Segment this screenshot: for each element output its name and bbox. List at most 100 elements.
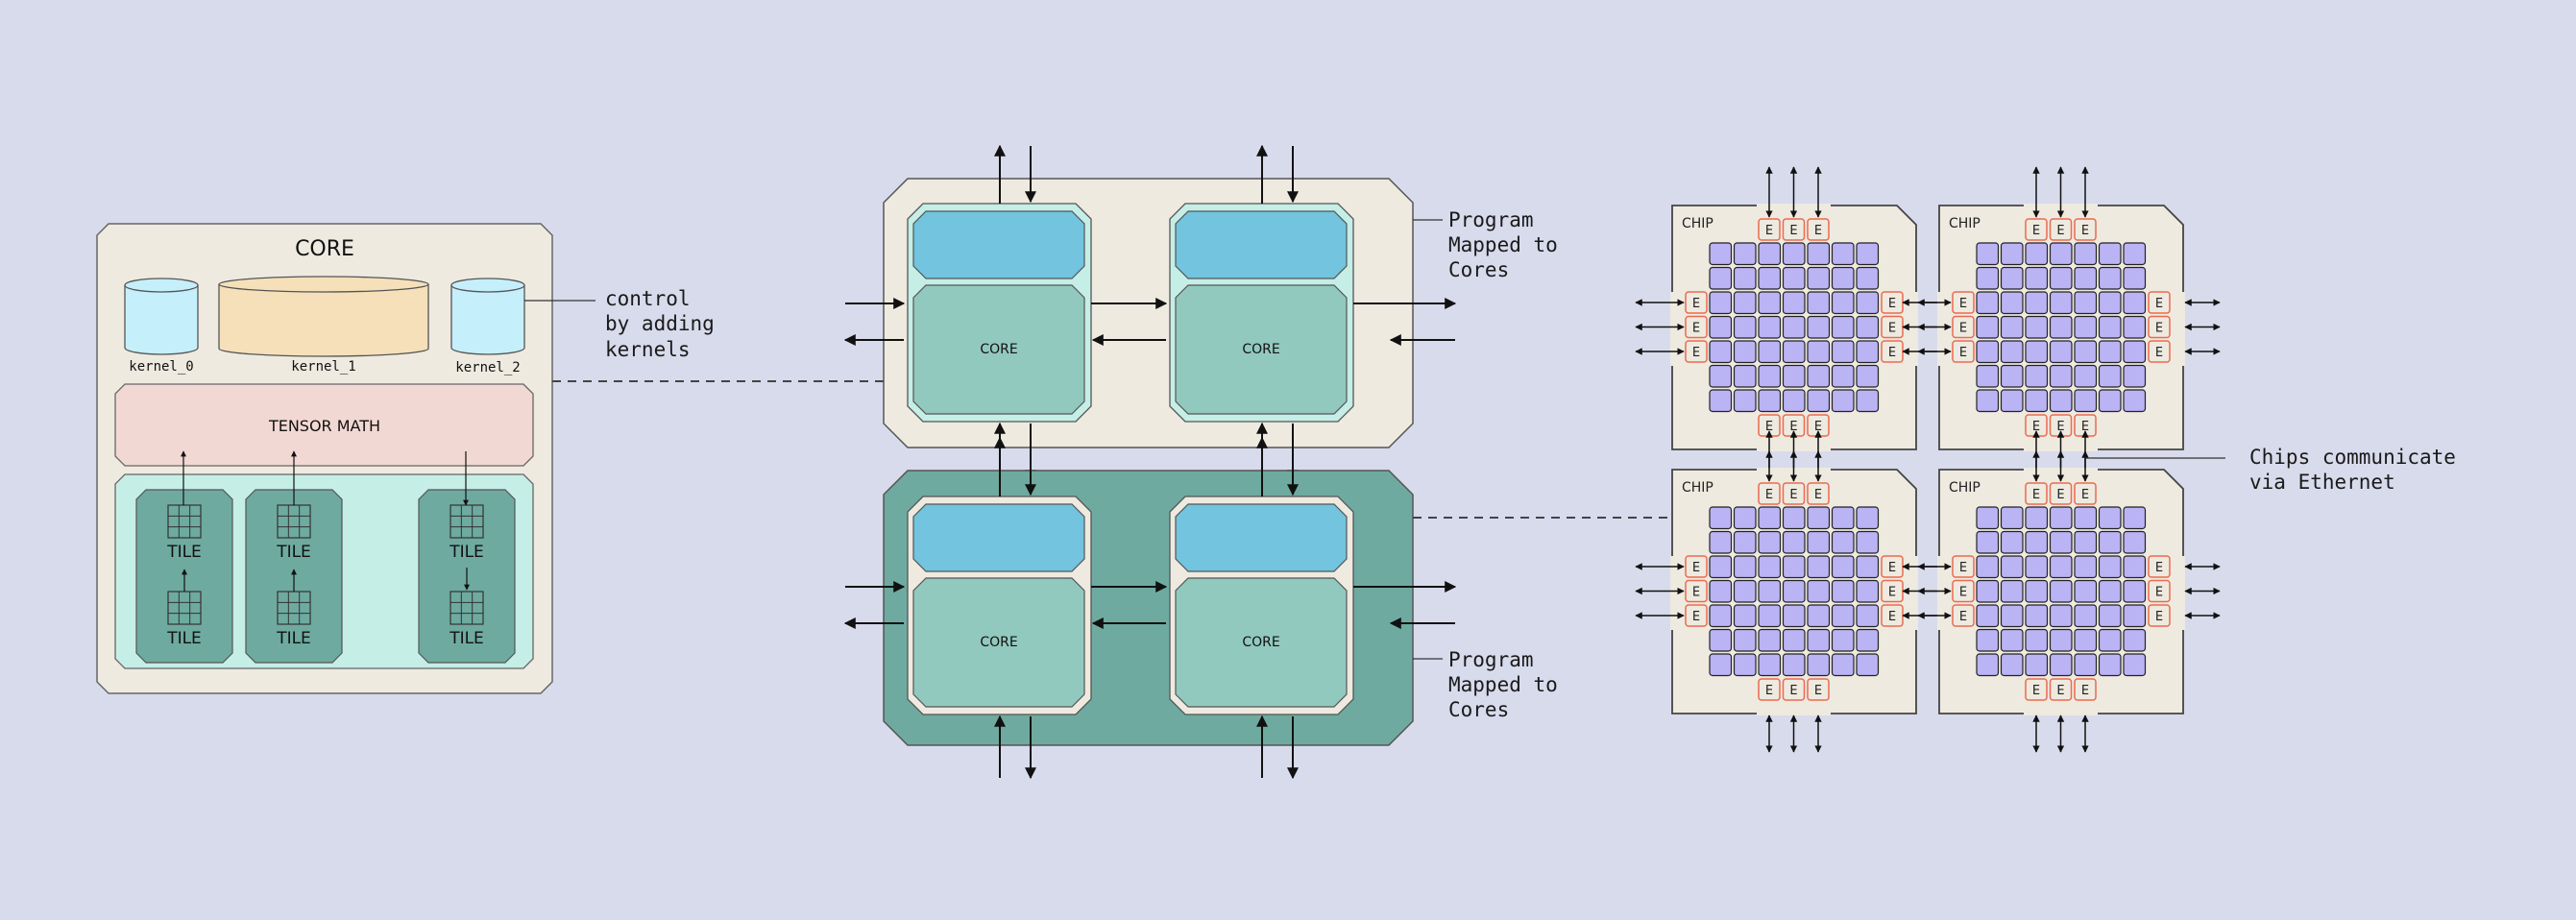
tensix-core-cell — [2098, 364, 2122, 388]
tensix-core-cell — [2074, 555, 2098, 579]
tensix-core-cell — [2000, 653, 2024, 677]
tensix-core-cell — [1976, 266, 2000, 290]
ethernet-port-label: E — [2056, 224, 2064, 238]
tensix-core-cell — [1807, 266, 1831, 290]
ethernet-port: E — [1685, 315, 1708, 339]
tensix-core-cell — [2123, 242, 2147, 266]
tensix-core-cell — [1831, 242, 1855, 266]
tensix-core-cell — [1976, 628, 2000, 652]
tensix-core-cell — [1758, 579, 1782, 603]
ethernet-port: E — [2074, 482, 2097, 505]
tensix-core-cell — [2123, 653, 2147, 677]
ethernet-port: E — [1685, 604, 1708, 627]
core-unit: CORE — [907, 203, 1092, 423]
tensix-core-cell — [2049, 364, 2073, 388]
tensix-core-cell — [1831, 604, 1855, 628]
tensix-core-cell — [1807, 291, 1831, 315]
ethernet-port-label: E — [1692, 561, 1700, 575]
ethernet-port: E — [2148, 579, 2171, 603]
tensix-core-cell — [2098, 628, 2122, 652]
ethernet-port: E — [1952, 291, 1975, 314]
tensix-core-cell — [1733, 604, 1757, 628]
tensix-core-cell — [1831, 653, 1855, 677]
tensix-core-cell — [1807, 389, 1831, 413]
tensix-core-cell — [2098, 604, 2122, 628]
tensix-core-cell — [1856, 653, 1880, 677]
tensix-core-cell — [1782, 530, 1806, 554]
ethernet-port: E — [1881, 291, 1904, 314]
tensix-core-cell — [2049, 340, 2073, 364]
tensix-core-cell — [1709, 266, 1733, 290]
tensix-core-cell — [1807, 242, 1831, 266]
tensix-core-cell — [1856, 315, 1880, 339]
ethernet-port: E — [2148, 555, 2171, 578]
tensix-core-cell — [2000, 291, 2024, 315]
ethernet-port: E — [1952, 555, 1975, 578]
tensix-core-cell — [2049, 242, 2073, 266]
ethernet-port: E — [2148, 291, 2171, 314]
tensix-core-cell — [2123, 364, 2147, 388]
tensix-core-cell — [1709, 530, 1733, 554]
ethernet-port-label: E — [1814, 684, 1822, 698]
core-label: CORE — [1242, 635, 1279, 650]
tensix-core-cell — [2074, 340, 2098, 364]
tensix-core-cell — [1758, 389, 1782, 413]
ethernet-port-label: E — [1888, 322, 1896, 336]
tensix-core-cell — [1709, 506, 1733, 530]
tensix-core-cell — [1733, 389, 1757, 413]
ethernet-port-label: E — [1959, 297, 1967, 311]
ethernet-port: E — [1807, 482, 1830, 505]
ethernet-port: E — [1807, 678, 1830, 701]
tensix-core-cell — [1733, 506, 1757, 530]
tensix-core-cell — [2000, 579, 2024, 603]
ethernet-port-label: E — [1692, 586, 1700, 600]
tensix-core-cell — [1976, 291, 2000, 315]
tensix-core-cell — [1807, 315, 1831, 339]
tensix-core-cell — [1709, 579, 1733, 603]
tensix-core-cell — [2000, 389, 2024, 413]
tensix-core-cell — [1807, 604, 1831, 628]
tile-label: TILE — [166, 629, 202, 648]
ethernet-port-label: E — [1959, 322, 1967, 336]
tensix-core-cell — [1733, 555, 1757, 579]
ethernet-port: E — [1881, 555, 1904, 578]
tensix-core-cell — [2123, 506, 2147, 530]
ethernet-port-label: E — [2056, 488, 2064, 502]
ethernet-port-label: E — [2032, 488, 2040, 502]
tensix-core-cell — [2000, 604, 2024, 628]
tensix-core-cell — [1758, 340, 1782, 364]
tensix-core-cell — [2049, 530, 2073, 554]
ethernet-port-label: E — [2081, 224, 2089, 238]
ethernet-port: E — [2148, 340, 2171, 363]
tensix-core-cell — [1856, 364, 1880, 388]
tensix-core-cell — [2049, 555, 2073, 579]
chips-annotation: Chips communicate via Ethernet — [2249, 446, 2468, 494]
tensix-core-cell — [1709, 242, 1733, 266]
ethernet-port-label: E — [2155, 586, 2163, 600]
tensix-core-cell — [2025, 389, 2049, 413]
ethernet-port: E — [2148, 604, 2171, 627]
tensix-core-cell — [1856, 555, 1880, 579]
tensix-core-cell — [2123, 579, 2147, 603]
tensix-core-cell — [1758, 506, 1782, 530]
tensix-core-cell — [2049, 266, 2073, 290]
tensix-core-cell — [1782, 653, 1806, 677]
tensix-core-cell — [1782, 604, 1806, 628]
tensix-core-cell — [1733, 364, 1757, 388]
tensix-core-cell — [2123, 628, 2147, 652]
sram-block — [912, 210, 1085, 279]
tensix-core-cell — [1733, 340, 1757, 364]
ethernet-port-label: E — [2056, 684, 2064, 698]
kernel-0-label: kernel_0 — [129, 359, 193, 375]
tensix-core-cell — [1782, 364, 1806, 388]
tensix-core-cell — [1758, 266, 1782, 290]
ethernet-port-label: E — [1765, 684, 1773, 698]
ethernet-port: E — [1685, 579, 1708, 603]
tensix-core-cell — [1782, 291, 1806, 315]
tensix-core-cell — [2123, 291, 2147, 315]
tensix-core-cell — [2098, 653, 2122, 677]
architecture-diagram: CORE kernel_0 kernel_1 kernel_2 TENSOR M… — [96, 144, 2468, 780]
core-panel: CORE kernel_0 kernel_1 kernel_2 TENSOR M… — [96, 223, 553, 694]
tensix-core-cell — [1758, 628, 1782, 652]
tensix-core-cell — [1831, 340, 1855, 364]
